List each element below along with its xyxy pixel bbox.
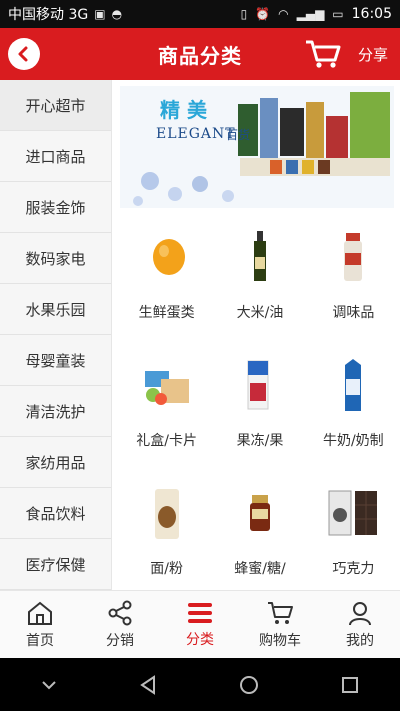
category-label: 巧克力 <box>332 561 375 577</box>
oil-bottle-thumbnail <box>229 226 291 288</box>
tab-cart[interactable]: 购物车 <box>240 591 320 658</box>
status-right: ▯ ⏰ ◠ ▂▄▆ ▭ 16:05 <box>241 6 392 22</box>
tab-label: 首页 <box>26 632 54 649</box>
category-menu-icon <box>188 602 212 623</box>
chevron-down-icon[interactable] <box>40 679 58 691</box>
chevron-left-icon <box>18 46 28 62</box>
sidebar-item[interactable]: 母婴童装 <box>0 335 111 386</box>
category-label: 生鲜蛋类 <box>138 305 195 321</box>
banner-brand-tag: 百货 <box>226 128 251 142</box>
banner-brand-cn: 精 美 <box>160 98 207 122</box>
tab-label: 购物车 <box>259 632 301 649</box>
wifi-icon: ◠ <box>278 7 289 21</box>
tab-label: 分销 <box>106 632 134 649</box>
chocolate-thumbnail <box>322 482 384 544</box>
header-cart-button[interactable] <box>304 38 342 74</box>
category-item[interactable]: 果冻/果 <box>213 336 306 464</box>
share-network-icon <box>108 600 132 625</box>
tab-label: 我的 <box>346 632 374 649</box>
promo-banner[interactable]: 精 美 ELEGANT 百货 <box>120 86 394 208</box>
category-label: 蜂蜜/糖/ <box>234 561 286 577</box>
status-left: 中国移动 3G ▣ ◓ <box>8 4 241 24</box>
app-header: 商品分类 分享 <box>0 28 400 80</box>
sidebar-item[interactable]: 家纺用品 <box>0 437 111 488</box>
sidebar-item[interactable]: 水果乐园 <box>0 284 111 335</box>
category-item[interactable]: 蜂蜜/糖/ <box>213 464 306 590</box>
category-grid: 生鲜蛋类 大米/油 调味品 礼盒/卡片 果冻/果 牛奶/奶制 面/粉 蜂蜜/糖/… <box>120 208 400 590</box>
category-content: 精 美 ELEGANT 百货 生鲜蛋类 大米/油 调味品 礼盒/卡片 果冻/果 … <box>120 80 400 590</box>
back-button[interactable] <box>8 38 40 70</box>
sidebar-item[interactable]: 数码家电 <box>0 233 111 284</box>
category-item[interactable]: 大米/油 <box>213 208 306 336</box>
back-triangle-icon[interactable] <box>137 674 159 696</box>
sidebar-item[interactable]: 开心超市 <box>0 80 111 131</box>
tab-home[interactable]: 首页 <box>0 591 80 658</box>
home-circle-icon[interactable] <box>238 674 260 696</box>
sidebar-item[interactable]: 清洁洗护 <box>0 386 111 437</box>
carrier-label: 中国移动 3G <box>8 7 89 23</box>
cart-icon <box>268 601 293 624</box>
vibrate-icon: ▯ <box>240 7 248 21</box>
status-bar: 中国移动 3G ▣ ◓ ▯ ⏰ ◠ ▂▄▆ ▭ 16:05 <box>0 0 400 28</box>
category-item[interactable]: 面/粉 <box>120 464 213 590</box>
milk-carton-thumbnail <box>322 354 384 416</box>
category-label: 牛奶/奶制 <box>322 433 384 449</box>
category-label: 大米/油 <box>236 305 284 321</box>
battery-icon: ▭ <box>332 7 344 21</box>
tab-label: 分类 <box>186 631 214 648</box>
category-item[interactable]: 巧克力 <box>307 464 400 590</box>
category-item[interactable]: 调味品 <box>307 208 400 336</box>
tab-distribution[interactable]: 分销 <box>80 591 160 658</box>
category-label: 果冻/果 <box>236 433 284 449</box>
banner-brand-en: ELEGANT <box>156 126 236 142</box>
egg-thumbnail <box>136 226 198 288</box>
signal-icon: ▂▄▆ <box>296 7 325 21</box>
alarm-icon: ⏰ <box>255 7 271 21</box>
system-nav-bar <box>0 658 400 711</box>
category-item[interactable]: 礼盒/卡片 <box>120 336 213 464</box>
bottom-tab-bar: 首页 分销 分类 购物车 我的 <box>0 590 400 658</box>
category-item[interactable]: 牛奶/奶制 <box>307 336 400 464</box>
category-label: 面/粉 <box>150 561 184 577</box>
sidebar-item[interactable]: 食品饮料 <box>0 488 111 539</box>
cart-icon <box>306 40 341 68</box>
jelly-thumbnail <box>229 354 291 416</box>
sidebar-item[interactable]: 服装金饰 <box>0 182 111 233</box>
sidebar-item[interactable]: 进口商品 <box>0 131 111 182</box>
flour-bag-thumbnail <box>136 482 198 544</box>
honey-jar-thumbnail <box>229 482 291 544</box>
tab-category[interactable]: 分类 <box>160 591 240 658</box>
status-time: 16:05 <box>351 6 392 22</box>
android-icon: ◓ <box>111 7 123 21</box>
category-item[interactable]: 生鲜蛋类 <box>120 208 213 336</box>
user-icon <box>349 601 371 625</box>
image-icon: ▣ <box>94 7 106 21</box>
category-label: 调味品 <box>332 305 375 321</box>
category-sidebar: 开心超市 进口商品 服装金饰 数码家电 水果乐园 母婴童装 清洁洗护 家纺用品 … <box>0 80 112 590</box>
sidebar-item[interactable]: 医疗保健 <box>0 539 111 590</box>
home-icon <box>28 601 52 625</box>
share-button[interactable]: 分享 <box>358 44 388 65</box>
gift-box-thumbnail <box>136 354 198 416</box>
seasoning-thumbnail <box>322 226 384 288</box>
category-label: 礼盒/卡片 <box>136 433 198 449</box>
tab-profile[interactable]: 我的 <box>320 591 400 658</box>
recents-square-icon[interactable] <box>339 674 361 696</box>
